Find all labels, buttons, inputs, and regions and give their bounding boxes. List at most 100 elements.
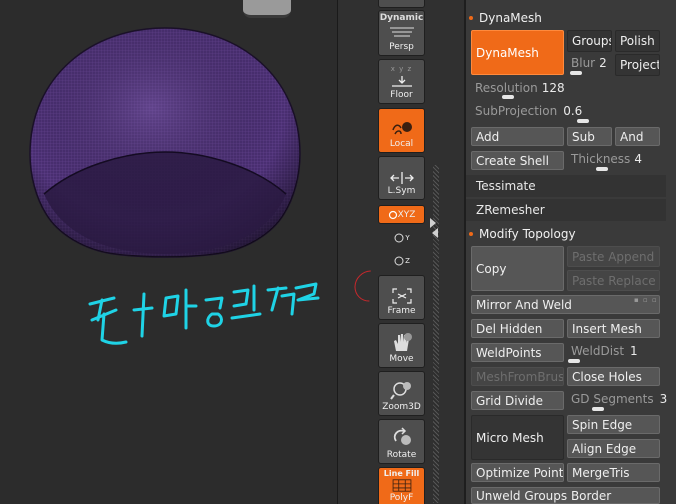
linefill-label: Line Fill: [383, 469, 420, 478]
close-holes-button[interactable]: Close Holes: [567, 367, 660, 386]
grid-divide-button[interactable]: Grid Divide: [471, 391, 564, 410]
move-label: Move: [389, 354, 414, 364]
blur-label: Blur: [571, 56, 596, 70]
persp-icon: [389, 27, 414, 37]
floor-icon: [391, 76, 412, 87]
persp-label: Persp: [389, 42, 414, 52]
xyz-mini-icon: x y z: [390, 65, 413, 73]
micro-mesh-button[interactable]: Micro Mesh: [471, 415, 564, 460]
and-button[interactable]: And: [615, 127, 660, 146]
lsym-button[interactable]: L.Sym: [378, 156, 425, 200]
groups-toggle[interactable]: Groups: [567, 30, 612, 52]
blur-slider[interactable]: Blur 2: [571, 55, 607, 71]
paste-append-button[interactable]: Paste Append: [567, 246, 660, 267]
lsym-label: L.Sym: [387, 186, 416, 196]
dynamesh-hemisphere-mesh: [29, 27, 301, 258]
rotate-icon: [393, 427, 411, 445]
axis-pin-icon: ▪ ▫ ▫: [634, 296, 658, 304]
z-rotate-icon: [394, 256, 404, 266]
gd-segments-slider[interactable]: GD Segments 3: [571, 391, 667, 407]
subprojection-label: SubProjection: [475, 104, 558, 118]
polish-toggle[interactable]: Polish: [615, 30, 660, 52]
subprojection-slider-knob[interactable]: [577, 119, 589, 123]
tessimate-subpalette[interactable]: Tessimate: [466, 175, 666, 197]
welddist-slider[interactable]: WeldDist 1: [571, 343, 638, 359]
subprojection-slider[interactable]: SubProjection 0.6: [475, 103, 582, 119]
dynamic-label: Dynamic: [379, 13, 424, 23]
thickness-value: 4: [634, 152, 642, 166]
zoom3d-icon: [389, 382, 411, 400]
thickness-slider[interactable]: Thickness 4: [571, 151, 642, 167]
copy-button[interactable]: Copy: [471, 246, 564, 291]
rotate-label: Rotate: [386, 450, 417, 460]
polyf-button[interactable]: Line Fill PolyF: [378, 467, 425, 504]
zremesher-subpalette[interactable]: ZRemesher: [466, 199, 666, 221]
local-icon: [391, 122, 412, 135]
modify-topology-header-label: Modify Topology: [479, 227, 576, 241]
merge-tris-button[interactable]: MergeTris: [567, 463, 660, 482]
gd-segments-value: 3: [659, 392, 668, 406]
z-axis-button[interactable]: Z: [378, 252, 425, 270]
welddist-slider-knob[interactable]: [568, 359, 580, 363]
insert-mesh-button[interactable]: Insert Mesh: [567, 319, 660, 338]
modify-topology-subpalette-header[interactable]: Modify Topology: [466, 223, 666, 245]
spin-edge-button[interactable]: Spin Edge: [567, 415, 660, 434]
unweld-groups-border-button[interactable]: Unweld Groups Border: [471, 487, 660, 504]
frame-button[interactable]: Frame: [378, 275, 425, 320]
expand-arrow-icon[interactable]: [432, 228, 438, 238]
thickness-slider-knob[interactable]: [596, 167, 608, 171]
frame-label: Frame: [387, 306, 416, 316]
handwritten-annotation: [88, 282, 320, 345]
shelf-scrollbar[interactable]: [433, 165, 439, 503]
mirror-and-weld-button[interactable]: Mirror And Weld: [471, 295, 660, 314]
local-label: Local: [389, 139, 414, 149]
move-hand-icon: [393, 333, 412, 351]
blur-slider-knob[interactable]: [570, 71, 582, 75]
resolution-slider[interactable]: Resolution 128: [475, 80, 565, 96]
move-button[interactable]: Move: [378, 323, 425, 368]
polyframe-icon: [392, 479, 411, 492]
dynamesh-header-label: DynaMesh: [479, 11, 542, 25]
frame-icon: [391, 288, 412, 304]
gd-segments-label: GD Segments: [571, 392, 654, 406]
add-button[interactable]: Add: [471, 127, 564, 146]
polyf-label: PolyF: [389, 493, 414, 503]
align-edge-button[interactable]: Align Edge: [567, 439, 660, 458]
sub-button[interactable]: Sub: [567, 127, 612, 146]
floor-button[interactable]: x y z Floor: [378, 59, 425, 104]
subprojection-value: 0.6: [563, 104, 583, 118]
del-hidden-button[interactable]: Del Hidden: [471, 319, 564, 338]
resolution-value: 128: [541, 81, 565, 95]
mesh-fragment: [243, 0, 291, 18]
create-shell-button[interactable]: Create Shell: [471, 151, 564, 170]
gd-segments-slider-knob[interactable]: [592, 407, 604, 411]
rotate-button[interactable]: Rotate: [378, 419, 425, 464]
mesh-from-brush-button[interactable]: MeshFromBrush: [471, 367, 564, 386]
canvas-viewport[interactable]: [0, 0, 338, 504]
xyz-button[interactable]: XYZ: [378, 205, 425, 224]
dynamesh-subpalette-header[interactable]: DynaMesh: [466, 7, 666, 29]
bullet-icon: [469, 232, 473, 236]
shelf-button-top[interactable]: [378, 0, 425, 8]
xyz-label: XYZ: [397, 209, 416, 220]
paste-replace-button[interactable]: Paste Replace: [567, 270, 660, 291]
local-button[interactable]: Local: [378, 108, 425, 153]
bullet-icon: [469, 16, 473, 20]
welddist-label: WeldDist: [571, 344, 625, 358]
y-axis-button[interactable]: Y: [378, 229, 425, 247]
welddist-value: 1: [630, 344, 638, 358]
collapse-arrow-icon[interactable]: [430, 218, 436, 228]
resolution-slider-knob[interactable]: [502, 95, 514, 99]
y-label: Y: [405, 234, 410, 242]
zoom3d-label: Zoom3D: [382, 402, 421, 412]
project-toggle[interactable]: Project: [615, 54, 660, 76]
optimize-points-button[interactable]: Optimize Points: [471, 463, 564, 482]
zoom3d-button[interactable]: Zoom3D: [378, 371, 425, 416]
dynamesh-button[interactable]: DynaMesh: [471, 30, 564, 75]
lsym-icon: [389, 172, 414, 184]
blur-value: 2: [599, 56, 607, 70]
weld-points-button[interactable]: WeldPoints: [471, 343, 564, 362]
floor-label: Floor: [390, 90, 413, 100]
resolution-label: Resolution: [475, 81, 538, 95]
persp-button[interactable]: Dynamic Persp: [378, 10, 425, 56]
